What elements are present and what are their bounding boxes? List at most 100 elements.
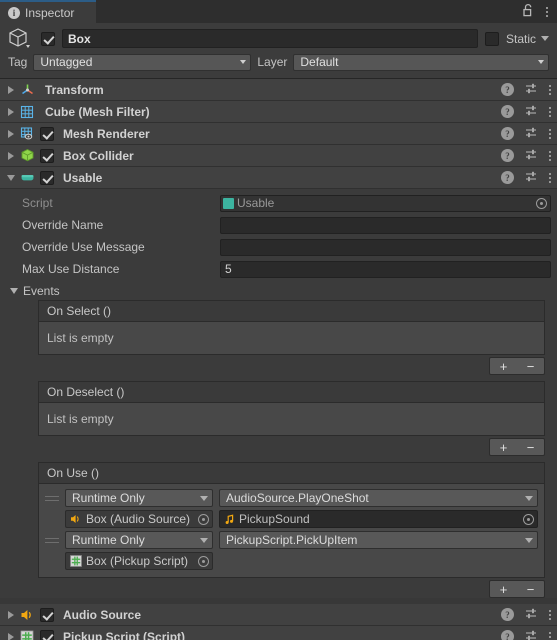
info-icon: i <box>8 6 20 19</box>
component-row-audio-source[interactable]: Audio Source ? <box>0 604 557 626</box>
help-icon[interactable]: ? <box>501 105 514 118</box>
box-collider-icon <box>18 148 36 163</box>
listener-argument-object-field[interactable]: PickupSound <box>219 510 538 528</box>
preset-sliders-icon[interactable] <box>525 126 538 142</box>
component-row-usable[interactable]: Usable ? <box>0 167 557 189</box>
component-enabled-checkbox[interactable] <box>40 148 54 163</box>
kebab-menu-icon[interactable] <box>549 84 551 95</box>
component-title: Transform <box>45 82 104 97</box>
listener-target-object-field[interactable]: Box (Pickup Script) <box>65 552 213 570</box>
add-listener-button[interactable]: + <box>490 358 517 374</box>
listener-mode-dropdown[interactable]: Runtime Only <box>65 531 213 549</box>
component-enabled-checkbox[interactable] <box>40 629 54 640</box>
event-listener-entry: Runtime Only AudioSource.PlayOneShot Box… <box>45 489 538 528</box>
foldout-audio-source[interactable] <box>4 610 18 619</box>
foldout-mesh-filter[interactable] <box>4 107 18 116</box>
max-use-distance-input[interactable]: 5 <box>220 260 551 278</box>
event-block-on-select: On Select () List is empty + − <box>38 300 545 375</box>
listener-method-dropdown[interactable]: AudioSource.PlayOneShot <box>219 489 538 507</box>
preset-sliders-icon[interactable] <box>525 170 538 186</box>
remove-listener-button[interactable]: − <box>517 358 544 374</box>
tag-dropdown[interactable]: Untagged <box>33 53 252 71</box>
help-icon[interactable]: ? <box>501 171 514 184</box>
component-row-mesh-renderer[interactable]: Mesh Renderer ? <box>0 123 557 145</box>
kebab-menu-icon[interactable] <box>546 6 548 17</box>
component-row-box-collider[interactable]: Box Collider ? <box>0 145 557 167</box>
foldout-usable[interactable] <box>4 174 18 181</box>
kebab-menu-icon[interactable] <box>549 631 551 640</box>
event-list-buttons: + − <box>489 438 545 456</box>
foldout-box-collider[interactable] <box>4 151 18 160</box>
unlocked-padlock-icon[interactable] <box>522 3 535 20</box>
override-use-message-row: Override Use Message <box>6 237 551 257</box>
script-property-row: Script Usable <box>6 193 551 213</box>
tab-inspector-label: Inspector <box>25 5 75 20</box>
chevron-down-icon <box>200 537 208 543</box>
preset-sliders-icon[interactable] <box>525 607 538 623</box>
remove-listener-button[interactable]: − <box>517 581 544 597</box>
static-checkbox[interactable] <box>484 31 499 46</box>
tab-inspector[interactable]: i Inspector <box>0 0 96 23</box>
component-title: Cube (Mesh Filter) <box>45 104 150 119</box>
object-picker-icon[interactable] <box>198 513 209 525</box>
help-icon[interactable]: ? <box>501 149 514 162</box>
events-label: Events <box>23 283 60 298</box>
event-empty-message: List is empty <box>38 321 545 355</box>
chevron-down-icon <box>525 537 533 543</box>
help-icon[interactable]: ? <box>501 608 514 621</box>
object-picker-icon[interactable] <box>198 555 209 567</box>
chevron-down-icon <box>240 60 247 64</box>
script-object-field[interactable]: Usable <box>220 194 551 212</box>
override-use-message-input[interactable] <box>220 238 551 256</box>
event-list-buttons: + − <box>489 357 545 375</box>
listener-mode-dropdown[interactable]: Runtime Only <box>65 489 213 507</box>
gameobject-name-field[interactable]: Box <box>62 29 478 48</box>
static-dropdown-chevron-icon[interactable] <box>541 36 549 41</box>
add-listener-button[interactable]: + <box>490 439 517 455</box>
events-foldout[interactable]: Events <box>6 281 551 300</box>
remove-listener-button[interactable]: − <box>517 439 544 455</box>
listener-method-dropdown[interactable]: PickupScript.PickUpItem <box>219 531 538 549</box>
foldout-transform[interactable] <box>4 85 18 94</box>
listener-method-value: PickupScript.PickUpItem <box>226 533 358 547</box>
layer-dropdown[interactable]: Default <box>293 53 549 71</box>
gameobject-active-checkbox[interactable] <box>41 31 55 46</box>
event-block-on-use: On Use () Runtime Only AudioSource.PlayO… <box>38 462 545 598</box>
component-enabled-checkbox[interactable] <box>40 170 54 185</box>
object-picker-icon[interactable] <box>536 197 547 209</box>
chevron-down-icon <box>525 495 533 501</box>
component-enabled-checkbox[interactable] <box>40 607 54 622</box>
event-empty-message: List is empty <box>38 402 545 436</box>
component-row-mesh-filter[interactable]: Cube (Mesh Filter) ? <box>0 101 557 123</box>
listener-target-object-field[interactable]: Box (Audio Source) <box>65 510 213 528</box>
preset-sliders-icon[interactable] <box>525 104 538 120</box>
component-row-pickup-script[interactable]: Pickup Script (Script) ? <box>0 626 557 640</box>
object-picker-icon[interactable] <box>523 513 534 525</box>
foldout-pickup-script[interactable] <box>4 632 18 640</box>
inspector-tabbar: i Inspector <box>0 0 557 23</box>
help-icon[interactable]: ? <box>501 127 514 140</box>
component-title: Audio Source <box>63 607 142 622</box>
help-icon[interactable]: ? <box>501 83 514 96</box>
component-row-transform[interactable]: Transform ? <box>0 79 557 101</box>
event-list-buttons: + − <box>489 580 545 598</box>
foldout-mesh-renderer[interactable] <box>4 129 18 138</box>
preset-sliders-icon[interactable] <box>525 82 538 98</box>
listener-target-value: Box (Audio Source) <box>86 512 191 526</box>
listener-method-value: AudioSource.PlayOneShot <box>226 491 369 505</box>
kebab-menu-icon[interactable] <box>549 150 551 161</box>
layer-label: Layer <box>257 55 288 69</box>
preset-sliders-icon[interactable] <box>525 629 538 640</box>
mesh-filter-icon <box>18 105 36 119</box>
component-enabled-checkbox[interactable] <box>40 126 54 141</box>
help-icon[interactable]: ? <box>501 630 514 640</box>
kebab-menu-icon[interactable] <box>549 128 551 139</box>
preset-sliders-icon[interactable] <box>525 148 538 164</box>
drag-handle-icon[interactable] <box>45 537 59 543</box>
kebab-menu-icon[interactable] <box>549 106 551 117</box>
add-listener-button[interactable]: + <box>490 581 517 597</box>
override-name-input[interactable] <box>220 216 551 234</box>
drag-handle-icon[interactable] <box>45 495 59 501</box>
kebab-menu-icon[interactable] <box>549 172 551 183</box>
kebab-menu-icon[interactable] <box>549 609 551 620</box>
